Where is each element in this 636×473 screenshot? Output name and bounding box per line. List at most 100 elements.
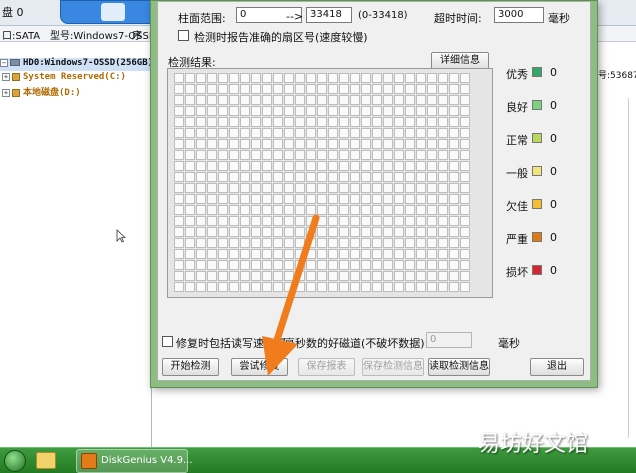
sector-cell bbox=[449, 172, 459, 182]
sector-cell bbox=[394, 216, 404, 226]
sector-cell bbox=[185, 172, 195, 182]
sector-cell bbox=[229, 183, 239, 193]
timeout-input[interactable]: 3000 bbox=[494, 7, 544, 23]
collapse-icon[interactable]: − bbox=[0, 58, 8, 67]
sector-cell bbox=[372, 249, 382, 259]
accurate-sector-checkbox[interactable] bbox=[178, 30, 189, 41]
expand-icon[interactable]: + bbox=[2, 72, 10, 81]
sector-cell bbox=[405, 73, 415, 83]
sector-cell bbox=[284, 139, 294, 149]
sector-cell bbox=[284, 161, 294, 171]
sector-cell bbox=[460, 139, 470, 149]
sector-cell bbox=[218, 216, 228, 226]
sector-cell bbox=[229, 95, 239, 105]
sector-cell bbox=[416, 227, 426, 237]
sector-cell bbox=[416, 194, 426, 204]
sector-cell bbox=[427, 150, 437, 160]
sector-cell bbox=[438, 216, 448, 226]
save-check-info-button[interactable]: 保存检测信息 bbox=[362, 358, 424, 376]
sector-cell bbox=[306, 73, 316, 83]
read-check-info-button[interactable]: 读取检测信息 bbox=[428, 358, 490, 376]
sector-cell bbox=[460, 260, 470, 270]
sector-cell bbox=[427, 73, 437, 83]
sector-cell bbox=[372, 106, 382, 116]
sector-cell bbox=[317, 238, 327, 248]
sector-cell bbox=[284, 95, 294, 105]
sector-cell bbox=[350, 282, 360, 292]
sector-cell bbox=[218, 117, 228, 127]
sector-cell bbox=[196, 117, 206, 127]
sector-cell bbox=[174, 84, 184, 94]
sector-cell bbox=[438, 271, 448, 281]
sector-cell bbox=[416, 249, 426, 259]
tree-item-partition-c[interactable]: + System Reserved(C:) bbox=[2, 72, 126, 85]
sector-cell bbox=[460, 249, 470, 259]
sector-cell bbox=[207, 260, 217, 270]
sector-cell bbox=[460, 84, 470, 94]
sector-cell bbox=[361, 216, 371, 226]
sector-cell bbox=[229, 73, 239, 83]
try-repair-button[interactable]: 尝试修复 bbox=[231, 358, 288, 376]
sector-cell bbox=[328, 172, 338, 182]
sector-cell bbox=[174, 238, 184, 248]
sector-cell bbox=[251, 84, 261, 94]
legend-label: 良好 bbox=[506, 101, 528, 114]
tree-item-label: System Reserved(C:) bbox=[23, 72, 126, 82]
sector-cell bbox=[350, 106, 360, 116]
sector-cell bbox=[295, 172, 305, 182]
sector-cell bbox=[394, 238, 404, 248]
sector-cell bbox=[328, 271, 338, 281]
legend-count: 0 bbox=[550, 132, 557, 145]
sector-cell bbox=[284, 238, 294, 248]
file-explorer-icon[interactable] bbox=[36, 452, 56, 469]
sector-cell bbox=[185, 183, 195, 193]
sector-cell bbox=[449, 249, 459, 259]
expand-icon[interactable]: + bbox=[2, 88, 10, 97]
sector-cell bbox=[262, 227, 272, 237]
legend-label: 损坏 bbox=[506, 266, 528, 279]
cylinder-end-input[interactable]: 33418 bbox=[306, 7, 352, 23]
legend-count: 0 bbox=[550, 198, 557, 211]
start-button[interactable] bbox=[4, 450, 26, 472]
sector-cell bbox=[174, 271, 184, 281]
sector-cell bbox=[449, 216, 459, 226]
sector-cell bbox=[174, 150, 184, 160]
sector-cell bbox=[361, 161, 371, 171]
sector-cell bbox=[295, 139, 305, 149]
sector-cell bbox=[295, 73, 305, 83]
sector-cell bbox=[361, 117, 371, 127]
exit-button[interactable]: 退出 bbox=[530, 358, 584, 376]
repair-slow-tracks-checkbox[interactable] bbox=[162, 336, 173, 347]
sector-cell bbox=[449, 271, 459, 281]
sector-cell bbox=[251, 139, 261, 149]
sector-cell bbox=[394, 282, 404, 292]
sector-cell bbox=[394, 150, 404, 160]
sector-cell bbox=[328, 106, 338, 116]
sector-cell bbox=[251, 95, 261, 105]
sector-cell bbox=[405, 216, 415, 226]
tree-item-disk[interactable]: − HD0:Windows7-OSSD(256GB) bbox=[0, 58, 153, 71]
repair-threshold-input[interactable]: 0 bbox=[426, 332, 472, 348]
save-report-button[interactable]: 保存报表 bbox=[298, 358, 355, 376]
sector-cell bbox=[383, 271, 393, 281]
sector-cell bbox=[372, 183, 382, 193]
sector-cell bbox=[207, 271, 217, 281]
sector-cell bbox=[295, 117, 305, 127]
diskgenius-app-icon bbox=[81, 453, 97, 469]
sector-cell bbox=[383, 282, 393, 292]
sector-cell bbox=[372, 216, 382, 226]
sector-grid bbox=[174, 73, 470, 292]
sector-cell bbox=[405, 249, 415, 259]
sector-cell bbox=[229, 150, 239, 160]
start-check-button[interactable]: 开始检测 bbox=[162, 358, 219, 376]
sector-cell bbox=[405, 106, 415, 116]
sector-cell bbox=[251, 271, 261, 281]
tree-item-partition-d[interactable]: + 本地磁盘(D:) bbox=[2, 85, 81, 98]
taskbar-diskgenius[interactable]: DiskGenius V4.9... bbox=[76, 449, 193, 473]
sector-cell bbox=[229, 249, 239, 259]
sector-cell bbox=[449, 106, 459, 116]
sector-cell bbox=[438, 84, 448, 94]
sector-cell bbox=[328, 194, 338, 204]
sector-cell bbox=[218, 249, 228, 259]
sector-cell bbox=[295, 183, 305, 193]
